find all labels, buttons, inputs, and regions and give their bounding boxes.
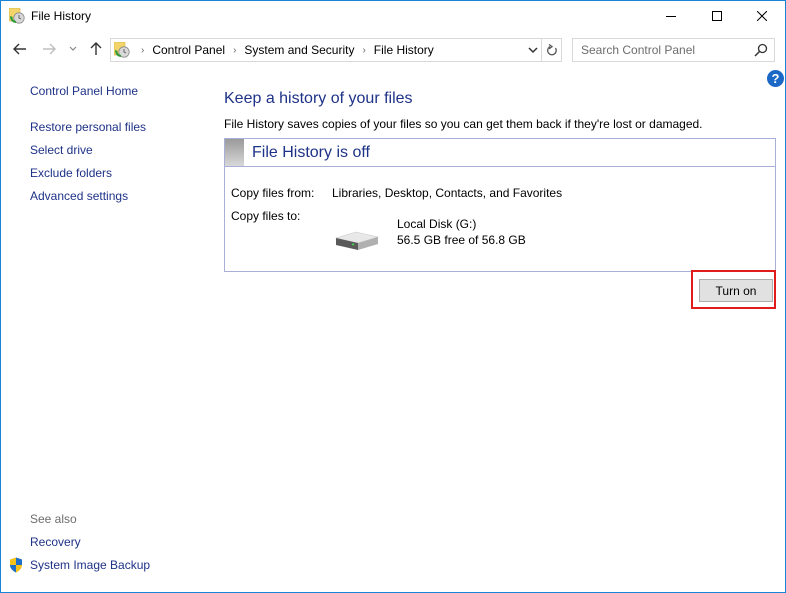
page-title: Keep a history of your files [224, 90, 413, 107]
turn-on-button[interactable]: Turn on [699, 279, 773, 302]
forward-button[interactable] [41, 41, 57, 57]
sidebar-item-select-drive[interactable]: Select drive [30, 143, 93, 157]
sidebar-item-restore-personal-files[interactable]: Restore personal files [30, 120, 146, 134]
copy-from-label: Copy files from: [231, 186, 315, 200]
window-title: File History [31, 9, 92, 23]
arrow-up-icon [90, 42, 102, 55]
page-description: File History saves copies of your files … [224, 117, 703, 131]
navigation-bar: › Control Panel › System and Security › … [1, 37, 785, 63]
breadcrumb-separator-icon[interactable]: › [233, 45, 236, 56]
maximize-button[interactable] [694, 1, 740, 31]
help-icon[interactable]: ? [767, 70, 784, 87]
breadcrumb-separator-icon[interactable]: › [141, 45, 144, 56]
search-icon[interactable] [754, 43, 768, 57]
breadcrumb-separator-icon[interactable]: › [362, 45, 365, 56]
sidebar-item-exclude-folders[interactable]: Exclude folders [30, 166, 112, 180]
breadcrumb-control-panel[interactable]: Control Panel [152, 43, 225, 57]
hard-drive-icon [334, 231, 380, 250]
file-history-location-icon [114, 42, 130, 58]
recent-locations-button[interactable] [65, 41, 81, 57]
maximize-icon [712, 11, 722, 21]
breadcrumb: › Control Panel › System and Security › … [133, 43, 434, 57]
address-dropdown-button[interactable] [523, 39, 543, 61]
minimize-icon [666, 16, 676, 17]
status-panel-header: File History is off [225, 139, 775, 167]
sidebar-item-control-panel-home[interactable]: Control Panel Home [30, 84, 138, 98]
sidebar-item-advanced-settings[interactable]: Advanced settings [30, 189, 128, 203]
refresh-icon [547, 43, 557, 55]
back-button[interactable] [12, 41, 28, 57]
arrow-right-icon [43, 43, 56, 55]
sidebar-item-recovery[interactable]: Recovery [30, 535, 81, 549]
search-input[interactable] [573, 39, 751, 61]
arrow-left-icon [13, 43, 26, 55]
status-indicator [225, 139, 244, 166]
close-button[interactable] [739, 1, 785, 31]
address-bar[interactable]: › Control Panel › System and Security › … [110, 38, 562, 62]
drive-name: Local Disk (G:) [397, 217, 477, 231]
copy-from-value: Libraries, Desktop, Contacts, and Favori… [332, 186, 563, 200]
search-box [572, 38, 775, 62]
copy-to-label: Copy files to: [231, 209, 301, 223]
breadcrumb-system-and-security[interactable]: System and Security [244, 43, 354, 57]
minimize-button[interactable] [648, 1, 694, 31]
close-icon [757, 11, 767, 21]
status-title: File History is off [252, 144, 370, 161]
see-also-heading: See also [30, 512, 77, 526]
uac-shield-icon [10, 557, 22, 573]
title-bar: File History [1, 1, 785, 31]
chevron-down-icon [69, 46, 77, 51]
status-panel: File History is off Copy files from: Lib… [224, 138, 776, 272]
file-history-app-icon [9, 8, 25, 24]
breadcrumb-file-history[interactable]: File History [374, 43, 434, 57]
drive-space: 56.5 GB free of 56.8 GB [397, 233, 526, 247]
file-history-window: File History › Control Panel › System an… [0, 0, 786, 593]
chevron-down-icon [528, 46, 538, 53]
sidebar-item-system-image-backup[interactable]: System Image Backup [30, 558, 150, 572]
up-button[interactable] [88, 41, 104, 57]
refresh-button[interactable] [541, 39, 562, 61]
